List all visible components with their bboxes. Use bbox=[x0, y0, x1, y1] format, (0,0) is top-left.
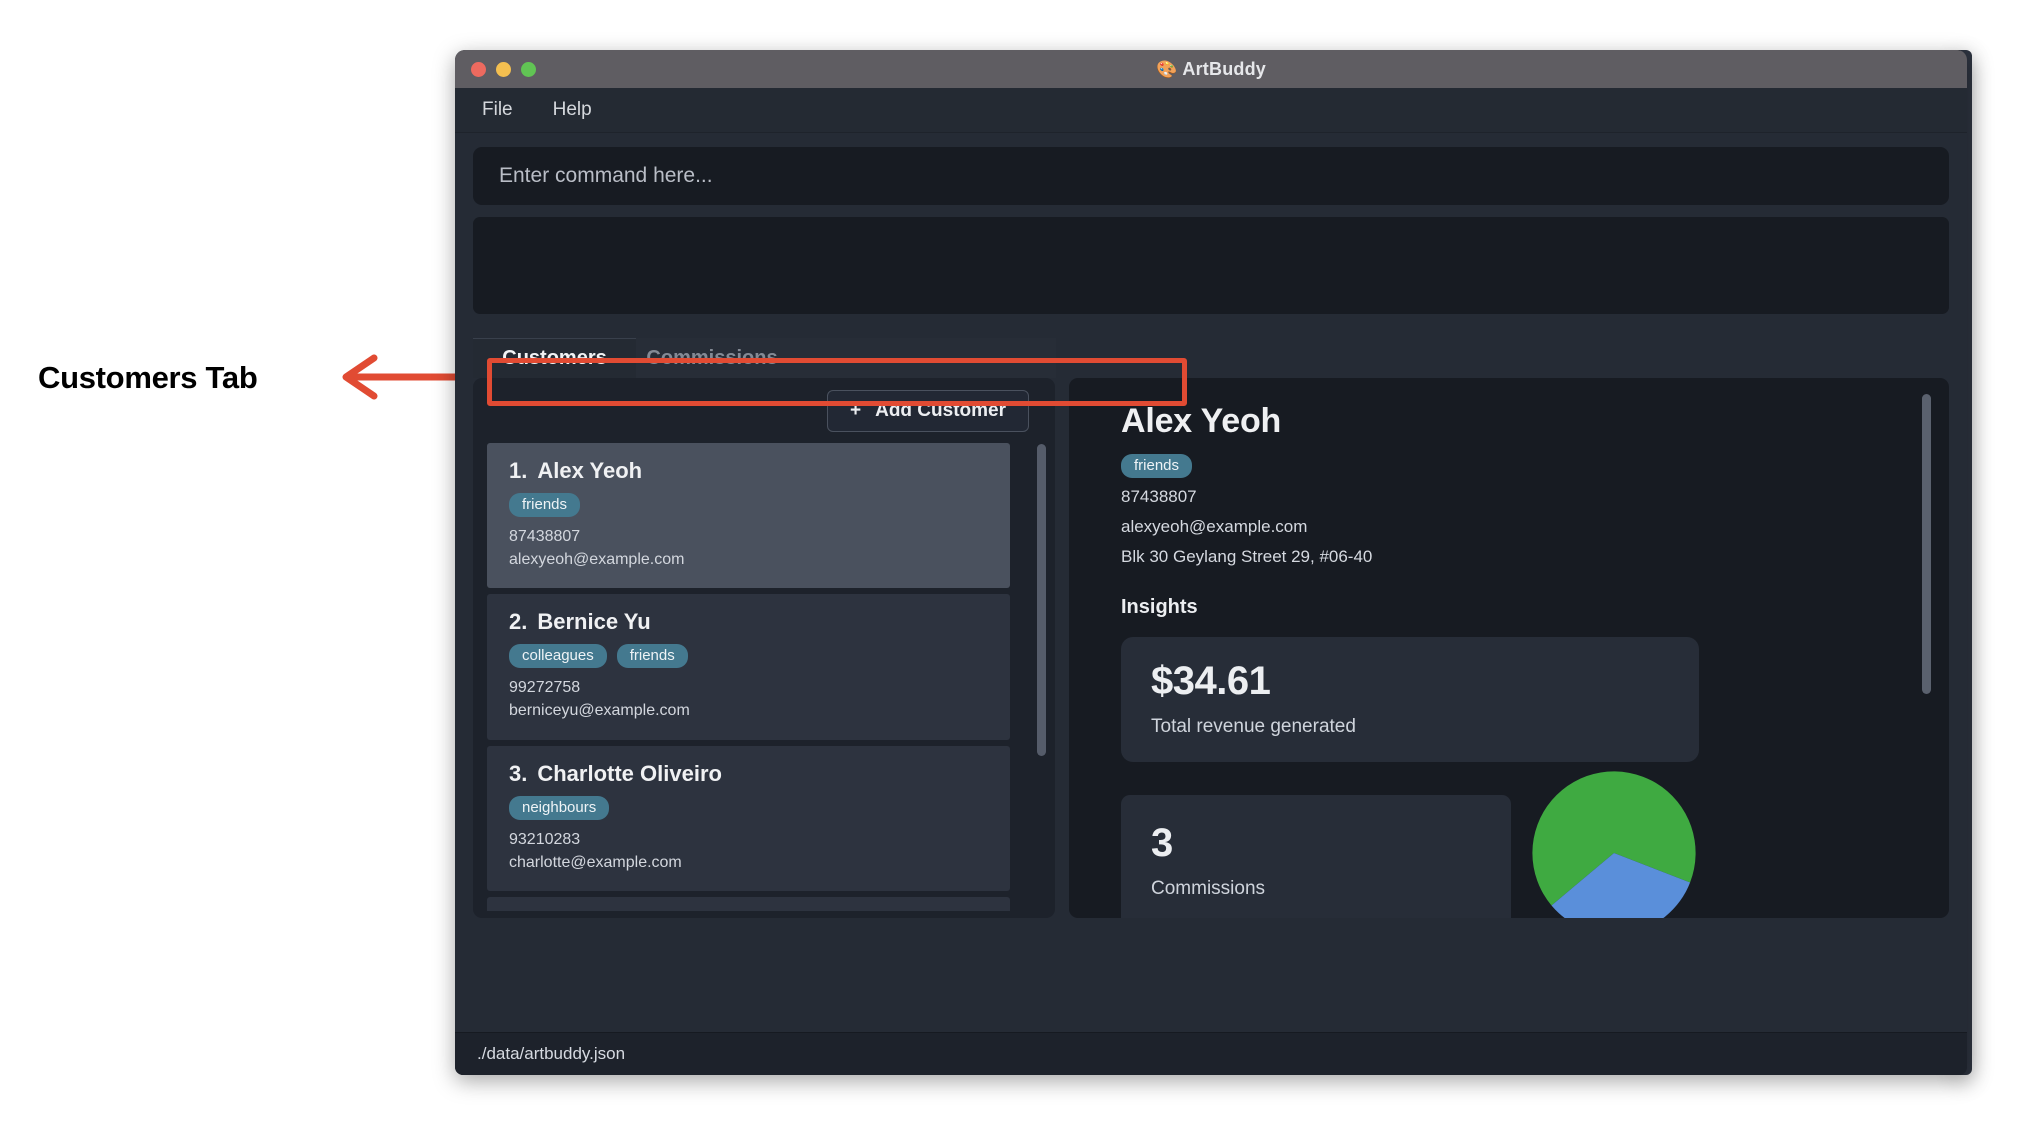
insight-commissions-value: 3 bbox=[1151, 821, 1173, 866]
customer-card-name: Alex Yeoh bbox=[537, 458, 643, 483]
menu-item-file[interactable]: File bbox=[477, 96, 518, 124]
detail-customer-email: alexyeoh@example.com bbox=[1121, 517, 1308, 537]
insight-commissions-label: Commissions bbox=[1151, 878, 1266, 900]
statusbar-path: ./data/artbuddy.json bbox=[477, 1044, 626, 1063]
tab-bar-filler bbox=[788, 338, 1056, 378]
customer-card-title: 2. Bernice Yu bbox=[509, 609, 1010, 635]
palette-icon: 🎨 bbox=[1156, 59, 1178, 79]
insight-revenue-value: $34.61 bbox=[1151, 659, 1271, 704]
window-title: 🎨 ArtBuddy bbox=[455, 59, 1967, 80]
detail-panel-scrollbar[interactable] bbox=[1922, 394, 1931, 694]
tag-chip: friends bbox=[1121, 454, 1193, 478]
command-input-placeholder: Enter command here... bbox=[499, 164, 713, 187]
tag-chip: neighbours bbox=[509, 795, 610, 820]
add-customer-button[interactable]: + Add Customer bbox=[826, 390, 1029, 432]
customer-card-name: Charlotte Oliveiro bbox=[537, 760, 722, 786]
commissions-row: 3 Commissions bbox=[1121, 762, 1919, 918]
content-panels: + Add Customer 1. Alex Yeoh friends 8743… bbox=[473, 378, 1949, 918]
customer-card-scroll-area[interactable]: 1. Alex Yeoh friends 87438807 alexyeoh@ex… bbox=[487, 443, 1043, 911]
customer-card[interactable]: 1. Alex Yeoh friends 87438807 alexyeoh@ex… bbox=[487, 443, 1010, 589]
plus-icon: + bbox=[849, 400, 862, 421]
insights-heading: Insights bbox=[1121, 596, 1198, 619]
customer-card-email: charlotte@example.com bbox=[509, 853, 682, 871]
customer-card-email: berniceyu@example.com bbox=[509, 702, 690, 720]
menubar: File Help bbox=[455, 88, 1967, 133]
app-window: 🎨 ArtBuddy File Help Enter command here..… bbox=[455, 50, 1967, 1075]
tab-commissions-label: Commissions bbox=[646, 346, 778, 369]
customer-card-index: 1. bbox=[509, 458, 528, 483]
insight-card-commissions: 3 Commissions bbox=[1121, 795, 1511, 918]
pie-chart-svg bbox=[1532, 771, 1696, 918]
statusbar: ./data/artbuddy.json bbox=[455, 1032, 1967, 1075]
tag-chip: colleagues bbox=[509, 644, 607, 669]
detail-customer-tags: friends bbox=[1121, 454, 1919, 478]
command-input[interactable]: Enter command here... bbox=[473, 147, 1949, 205]
customer-card-index: 3. bbox=[509, 760, 528, 786]
detail-customer-address: Blk 30 Geylang Street 29, #06-40 bbox=[1121, 547, 1373, 567]
annotation-label: Customers Tab bbox=[38, 360, 258, 395]
customer-card-tags: colleagues friends bbox=[509, 644, 1010, 669]
customer-card-index: 2. bbox=[509, 609, 528, 635]
window-titlebar: 🎨 ArtBuddy bbox=[455, 50, 1967, 88]
customer-detail-panel: Alex Yeoh friends 87438807 alexyeoh@exam… bbox=[1069, 378, 1949, 918]
commissions-pie-chart bbox=[1529, 768, 1699, 918]
customer-card-tags: friends bbox=[509, 493, 1010, 517]
tab-commissions[interactable]: Commissions bbox=[636, 338, 788, 378]
tab-customers[interactable]: Customers bbox=[473, 338, 636, 378]
customer-card[interactable]: 2. Bernice Yu colleagues friends 99272758… bbox=[487, 594, 1010, 740]
window-title-text: ArtBuddy bbox=[1182, 58, 1266, 79]
insight-revenue-label: Total revenue generated bbox=[1151, 716, 1356, 738]
customer-card-phone: 93210283 bbox=[509, 830, 581, 848]
screenshot-root: Customers Tab 🎨 ArtBuddy File Help Enter … bbox=[0, 0, 2024, 1135]
tab-bar: Customers Commissions bbox=[473, 338, 1949, 378]
customer-card-title: 1. Alex Yeoh bbox=[509, 458, 1010, 484]
customer-card[interactable]: 4.David Li bbox=[487, 897, 1010, 911]
customer-list-panel: + Add Customer 1. Alex Yeoh friends 8743… bbox=[473, 378, 1055, 918]
tab-customers-label: Customers bbox=[502, 347, 607, 369]
menu-item-help[interactable]: Help bbox=[548, 96, 597, 124]
add-customer-button-label: Add Customer bbox=[875, 400, 1006, 421]
customer-card-email: alexyeoh@example.com bbox=[509, 550, 685, 568]
insight-card-revenue: $34.61 Total revenue generated bbox=[1121, 637, 1699, 763]
customer-card-title: 3. Charlotte Oliveiro bbox=[509, 761, 1010, 787]
app-body: Enter command here... Customers Commissi… bbox=[455, 133, 1967, 1033]
result-display bbox=[473, 217, 1949, 314]
tag-chip: friends bbox=[616, 644, 688, 669]
customer-card-name: Bernice Yu bbox=[537, 609, 651, 635]
customer-card[interactable]: 3. Charlotte Oliveiro neighbours 93210283… bbox=[487, 745, 1010, 892]
add-customer-row: + Add Customer bbox=[487, 390, 1043, 432]
customer-list-scrollbar[interactable] bbox=[1037, 444, 1046, 756]
detail-customer-phone: 87438807 bbox=[1121, 487, 1197, 506]
customer-card-phone: 99272758 bbox=[509, 679, 581, 697]
tag-chip: friends bbox=[509, 493, 581, 517]
detail-customer-name: Alex Yeoh bbox=[1121, 402, 1282, 440]
customer-card-tags: neighbours bbox=[509, 795, 1010, 820]
customer-card-phone: 87438807 bbox=[509, 528, 581, 545]
